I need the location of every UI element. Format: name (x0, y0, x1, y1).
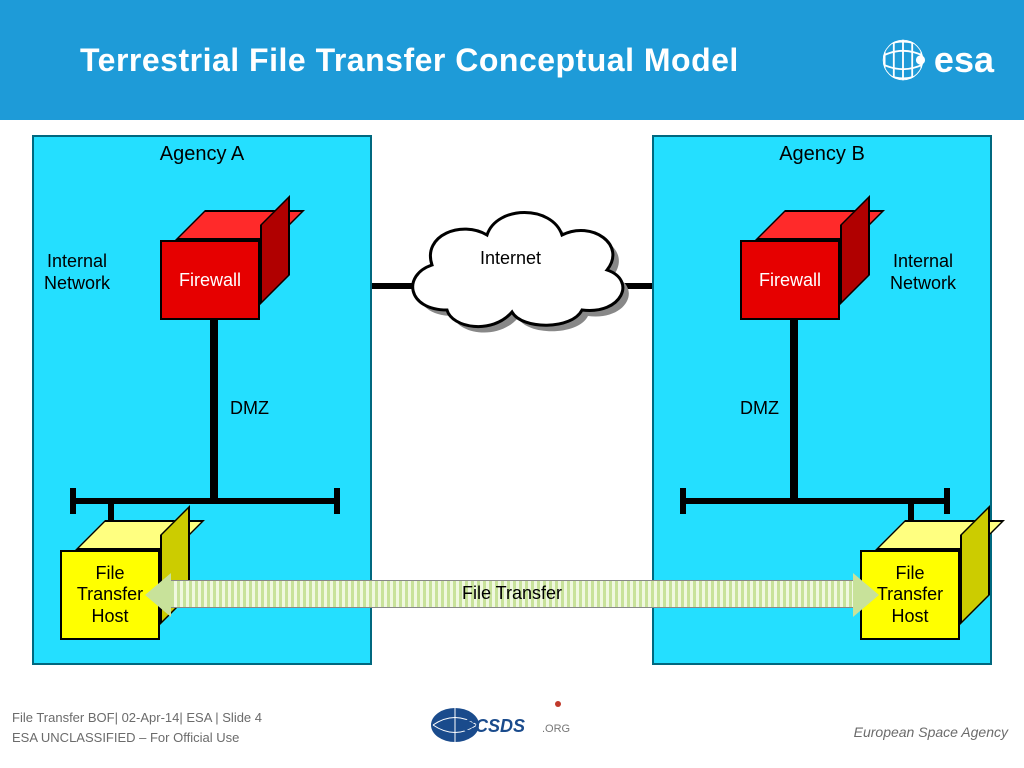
file-transfer-arrow: File Transfer (170, 580, 854, 608)
logo-text: esa (934, 39, 994, 81)
tick-a1 (70, 488, 76, 514)
tick-a2 (334, 488, 340, 514)
dmz-line-a (210, 320, 218, 500)
tick-b1 (680, 488, 686, 514)
dmz-line-b (790, 320, 798, 500)
svg-text:CCSDS: CCSDS (462, 716, 525, 736)
tick-b2 (944, 488, 950, 514)
header: Terrestrial File Transfer Conceptual Mod… (0, 0, 1024, 120)
footer-line1: File Transfer BOF| 02-Apr-14| ESA | Slid… (12, 708, 262, 728)
internet-cloud: Internet (392, 200, 632, 345)
footer: File Transfer BOF| 02-Apr-14| ESA | Slid… (0, 698, 1024, 758)
globe-icon (880, 37, 926, 83)
dmz-b-label: DMZ (740, 398, 779, 420)
footer-right: European Space Agency (854, 724, 1008, 740)
agency-a-title: Agency A (34, 137, 370, 166)
internet-label: Internet (480, 248, 541, 270)
page-title: Terrestrial File Transfer Conceptual Mod… (80, 42, 739, 79)
footer-line2: ESA UNCLASSIFIED – For Official Use (12, 728, 262, 748)
dmz-a-label: DMZ (230, 398, 269, 420)
ccsds-logo: CCSDS .ORG (430, 698, 594, 749)
file-transfer-label: File Transfer (171, 583, 853, 604)
agency-b-title: Agency B (654, 137, 990, 166)
diagram-canvas: Agency A Agency B Internal Network Inter… (0, 120, 1024, 680)
internal-network-b-label: Internal Network (890, 251, 956, 294)
footer-left: File Transfer BOF| 02-Apr-14| ESA | Slid… (12, 708, 262, 747)
firewall-b-label: Firewall (740, 240, 840, 320)
internal-network-a-label: Internal Network (44, 251, 110, 294)
firewall-a-label: Firewall (160, 240, 260, 320)
esa-logo: esa (880, 37, 994, 83)
svg-text:.ORG: .ORG (542, 723, 570, 735)
